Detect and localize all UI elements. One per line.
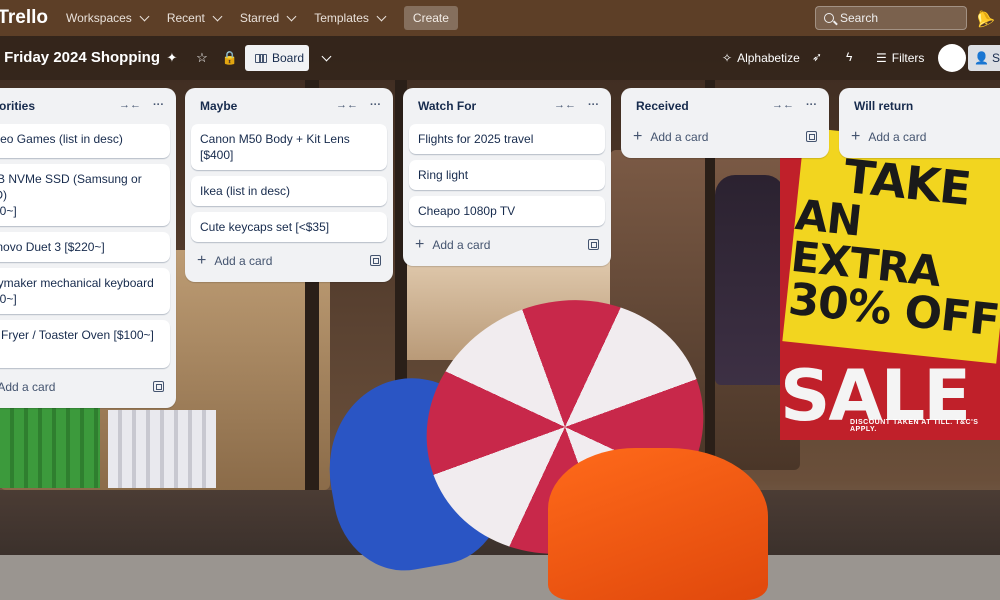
chevron-down-icon <box>212 11 223 21</box>
board-view-icon <box>255 53 267 63</box>
chevron-down-icon <box>376 11 387 21</box>
share-label: Sh <box>991 51 1000 65</box>
white-crate <box>108 410 216 488</box>
list-header[interactable]: Maybe →← ··· <box>191 88 387 124</box>
star-icon[interactable]: ☆ <box>192 48 212 68</box>
card[interactable]: Cheapo 1080p TV <box>409 196 605 226</box>
chevron-down-icon <box>139 11 150 21</box>
top-navigation: Trello Workspaces Recent Starred Templat… <box>0 0 1000 36</box>
list-menu-icon[interactable]: ··· <box>370 99 381 111</box>
search-icon <box>824 13 834 23</box>
orange-bag <box>548 448 768 600</box>
list-maybe: Maybe →← ··· Canon M50 Body + Kit Lens [$… <box>185 88 393 282</box>
card[interactable]: Ring light <box>409 160 605 190</box>
list-menu-icon[interactable]: ··· <box>806 99 817 111</box>
add-card-button[interactable]: + Add a card <box>409 232 605 258</box>
card-template-icon[interactable] <box>370 255 381 266</box>
add-card-button[interactable]: + Add a card <box>627 124 823 150</box>
list-title[interactable]: Watch For <box>418 99 476 113</box>
add-card-label: Add a card <box>432 238 491 252</box>
card[interactable]: Flights for 2025 travel <box>409 124 605 154</box>
list-title[interactable]: Priorities <box>0 99 35 113</box>
yellow-discount-sign: TAKE AN EXTRA 30% OFF <box>782 127 1000 364</box>
list-header[interactable]: Received →← ··· <box>627 88 823 124</box>
card[interactable]: Video Games (list in desc) <box>0 124 170 158</box>
card-template-icon[interactable] <box>806 131 817 142</box>
nav-starred[interactable]: Starred <box>232 5 303 31</box>
chevron-down-icon <box>286 11 297 21</box>
card[interactable]: Lenovo Duet 3 [$220~] <box>0 232 170 262</box>
list-menu-icon[interactable]: ··· <box>153 99 164 111</box>
card[interactable]: Ikea (list in desc) <box>191 176 387 206</box>
card[interactable]: Keymaker mechanical keyboard [$70~] <box>0 268 170 314</box>
list-header[interactable]: Watch For →← ··· <box>409 88 605 124</box>
list-menu-icon[interactable]: ··· <box>588 99 599 111</box>
card[interactable]: Canon M50 Body + Kit Lens [$400] <box>191 124 387 170</box>
notifications-bell-icon[interactable]: 🔔 <box>971 5 998 32</box>
collapse-list-icon[interactable]: →← <box>554 99 576 111</box>
collapse-list-icon[interactable]: →← <box>336 99 358 111</box>
add-card-label: Add a card <box>650 130 709 144</box>
nav-recent[interactable]: Recent <box>159 5 229 31</box>
sparkle-icon: ✧ <box>722 51 733 65</box>
card[interactable]: 1TB NVMe SSD (Samsung or WD) [$60~] <box>0 164 170 226</box>
filters-button[interactable]: ☰ Filters <box>876 51 924 65</box>
person-icon: 👤 <box>974 51 989 65</box>
nav-label: Templates <box>314 11 369 25</box>
list-title[interactable]: Will return <box>854 99 913 113</box>
nav-label: Recent <box>166 11 205 25</box>
card-template-icon[interactable] <box>588 239 599 250</box>
plus-icon: + <box>197 252 207 269</box>
list-received: Received →← ··· + Add a card <box>621 88 829 158</box>
list-header[interactable]: Priorities →← ··· <box>0 88 170 124</box>
plus-icon: + <box>633 128 643 145</box>
plus-icon: + <box>415 236 425 253</box>
nav-workspaces[interactable]: Workspaces <box>58 5 156 31</box>
sale-note: DISCOUNT TAKEN AT TILL. T&C'S APPLY. <box>850 419 979 433</box>
alphabetize-button[interactable]: ✧ Alphabetize <box>722 51 800 65</box>
board-title[interactable]: Black Friday 2024 Shopping <box>0 49 160 66</box>
board-view-label: Board <box>272 51 305 65</box>
add-card-button[interactable]: + Add a card <box>191 248 387 274</box>
card[interactable]: Air Fryer / Toaster Oven [$100~] <box>0 320 170 368</box>
sidewalk <box>0 555 1000 600</box>
list-watch-for: Watch For →← ··· Flights for 2025 travel … <box>403 88 611 266</box>
add-card-label: Add a card <box>0 380 56 394</box>
mannequin <box>715 175 785 385</box>
share-button[interactable]: 👤 Sh <box>968 45 1000 71</box>
plus-icon: + <box>851 128 861 145</box>
card-template-icon[interactable] <box>153 381 164 392</box>
chevron-down-icon[interactable] <box>314 48 334 68</box>
nav-templates[interactable]: Templates <box>306 5 393 31</box>
search-box[interactable] <box>815 6 967 30</box>
alphabetize-label: Alphabetize <box>737 51 800 65</box>
collapse-list-icon[interactable]: →← <box>119 99 141 111</box>
nav-label: Workspaces <box>66 11 132 25</box>
card[interactable]: Cute keycaps set [<$35] <box>191 212 387 242</box>
rocket-icon[interactable]: ➶ <box>812 50 822 64</box>
automation-bolt-icon[interactable]: ϟ <box>846 50 852 64</box>
green-crate <box>0 400 100 488</box>
board-view-button[interactable]: Board <box>245 45 309 71</box>
visibility-lock-icon[interactable]: 🔒 <box>220 48 240 68</box>
add-card-label: Add a card <box>214 254 273 268</box>
collapse-list-icon[interactable]: →← <box>772 99 794 111</box>
search-input[interactable] <box>840 11 950 25</box>
list-priorities: Priorities →← ··· Video Games (list in de… <box>0 88 176 408</box>
list-title[interactable]: Received <box>636 99 689 113</box>
list-title[interactable]: Maybe <box>200 99 237 113</box>
add-card-label: Add a card <box>868 130 927 144</box>
create-button[interactable]: Create <box>403 6 458 30</box>
list-header[interactable]: Will return <box>845 88 1000 124</box>
board-title-text: Black Friday 2024 Shopping <box>0 49 160 66</box>
filters-label: Filters <box>891 51 925 65</box>
avatar[interactable] <box>938 44 966 72</box>
trello-logo[interactable]: Trello <box>0 7 48 29</box>
filter-icon: ☰ <box>876 51 887 65</box>
nav-label: Starred <box>239 11 280 25</box>
add-card-button[interactable]: + Add a card <box>0 374 170 400</box>
power-up-icon[interactable]: ✦ <box>162 48 182 68</box>
list-will-return: Will return + Add a card <box>839 88 1000 158</box>
add-card-button[interactable]: + Add a card <box>845 124 1000 150</box>
